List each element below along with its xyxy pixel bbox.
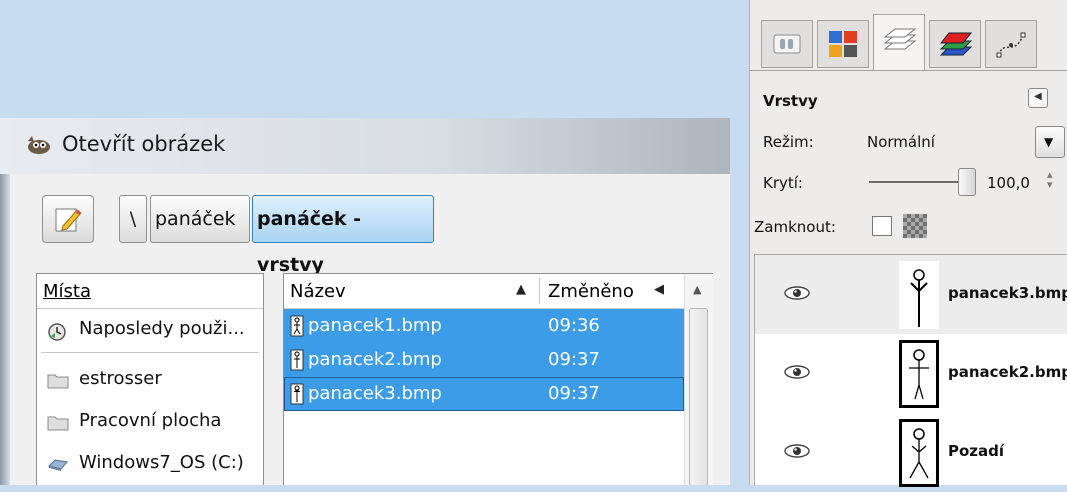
tab-tool-options[interactable] [761,20,813,68]
opacity-value[interactable]: 100,0 [987,174,1030,192]
file-modified: 09:36 [548,315,600,336]
place-label: estrosser [79,368,162,389]
file-row[interactable]: panacek1.bmp 09:36 [284,309,684,343]
layers-icon [883,28,917,50]
drive-icon [48,459,68,471]
file-row[interactable]: panacek3.bmp 09:37 [284,377,684,411]
palette-icon [829,31,857,57]
tab-channels[interactable] [929,20,981,68]
file-name: panacek3.bmp [308,383,442,404]
layer-row[interactable]: Pozadí [755,413,1067,492]
places-header-label: Místa [43,281,91,302]
file-modified: 09:37 [548,383,600,404]
breadcrumb-item[interactable]: panáček [150,195,250,243]
lock-pixels-checkbox[interactable] [872,216,892,236]
mode-value[interactable]: Normální [867,133,935,151]
layer-name: Pozadí [948,442,1005,460]
image-file-icon [290,315,304,337]
places-header[interactable]: Místa [37,274,263,309]
place-label: Windows7_OS (C:) [79,452,244,473]
sort-ascending-icon: ▲ [516,282,526,297]
column-divider[interactable] [539,278,540,304]
tab-layers[interactable] [873,14,925,70]
layer-thumbnail [899,261,939,329]
layer-name: panacek2.bmp [948,363,1067,381]
file-name: panacek2.bmp [308,349,442,370]
place-item-drive[interactable]: Windows7_OS (C:) [37,442,263,485]
lock-alpha-icon[interactable] [903,214,927,238]
column-overflow-icon[interactable]: ◀ [654,282,664,297]
dialog-frame [0,174,10,485]
layers-dock: Vrstvy ◀ Režim: Normální ▼ Krytí: 100,0 … [749,0,1067,487]
layer-thumbnail [899,340,939,408]
image-file-icon [290,349,304,371]
breadcrumb-item-current[interactable]: panáček - vrstvy [252,195,434,276]
opacity-label: Krytí: [763,174,803,192]
column-header-modified[interactable]: Změněno [548,281,634,302]
triangle-left-icon: ◀ [1034,91,1042,102]
image-file-icon [290,383,304,405]
chevron-down-icon: ▼ [1044,135,1054,149]
files-scrollbar[interactable]: ▲ [684,274,713,485]
place-item-home[interactable]: estrosser [37,358,263,402]
place-label: Pracovní plocha [79,410,222,431]
open-image-dialog: Otevřít obrázek \ panáček panáček - vrst… [0,118,730,485]
gimp-icon [28,136,50,154]
layer-row[interactable]: panacek2.bmp [755,334,1067,413]
panel-title: Vrstvy [763,92,818,110]
layer-thumbnail [899,419,939,487]
paths-icon [996,32,1026,58]
scroll-up-icon[interactable]: ▲ [693,283,701,296]
file-modified: 09:37 [548,349,600,370]
file-row[interactable]: panacek2.bmp 09:37 [284,343,684,377]
eye-icon[interactable] [783,285,811,301]
files-header: Název ▲ Změněno ◀ [284,274,684,309]
pencil-icon [55,208,82,232]
lock-label: Zamknout: [754,218,836,236]
eye-icon[interactable] [783,364,811,380]
file-name: panacek1.bmp [308,315,442,336]
places-divider [41,352,259,353]
tool-options-icon [773,34,801,54]
scrollbar-thumb[interactable] [689,308,708,485]
layer-row[interactable]: panacek3.bmp [755,255,1067,334]
dialog-titlebar[interactable]: Otevřít obrázek [0,118,730,174]
mode-dropdown-button[interactable]: ▼ [1035,126,1065,158]
tab-palettes[interactable] [817,20,869,68]
opacity-slider-handle[interactable] [958,168,976,196]
dialog-title: Otevřít obrázek [62,132,226,156]
place-label: Naposledy použi... [79,318,245,339]
files-pane: Název ▲ Změněno ◀ panacek1.bmp 09:36 pan… [283,273,713,485]
eye-icon[interactable] [783,443,811,459]
type-location-button[interactable] [42,195,94,243]
panel-menu-button[interactable]: ◀ [1028,88,1048,108]
place-item-desktop[interactable]: Pracovní plocha [37,400,263,444]
column-header-name[interactable]: Název [290,281,346,302]
opacity-slider[interactable] [869,181,961,183]
place-item-recent[interactable]: Naposledy použi... [37,308,263,352]
dock-divider [750,70,1067,71]
spinner-arrows-icon[interactable]: ▴ ▾ [1047,169,1053,190]
recent-icon [48,323,66,341]
mode-label: Režim: [763,133,814,151]
channels-icon [939,32,973,56]
folder-icon [47,416,69,431]
tab-paths[interactable] [985,20,1037,68]
folder-icon [47,374,69,389]
places-pane: Místa Naposledy použi... estrosser Praco… [36,273,264,485]
breadcrumb-root[interactable]: \ [119,195,147,243]
layers-list: panacek3.bmp panacek2.bmp Pozadí [754,254,1067,487]
layer-name: panacek3.bmp [948,284,1067,302]
